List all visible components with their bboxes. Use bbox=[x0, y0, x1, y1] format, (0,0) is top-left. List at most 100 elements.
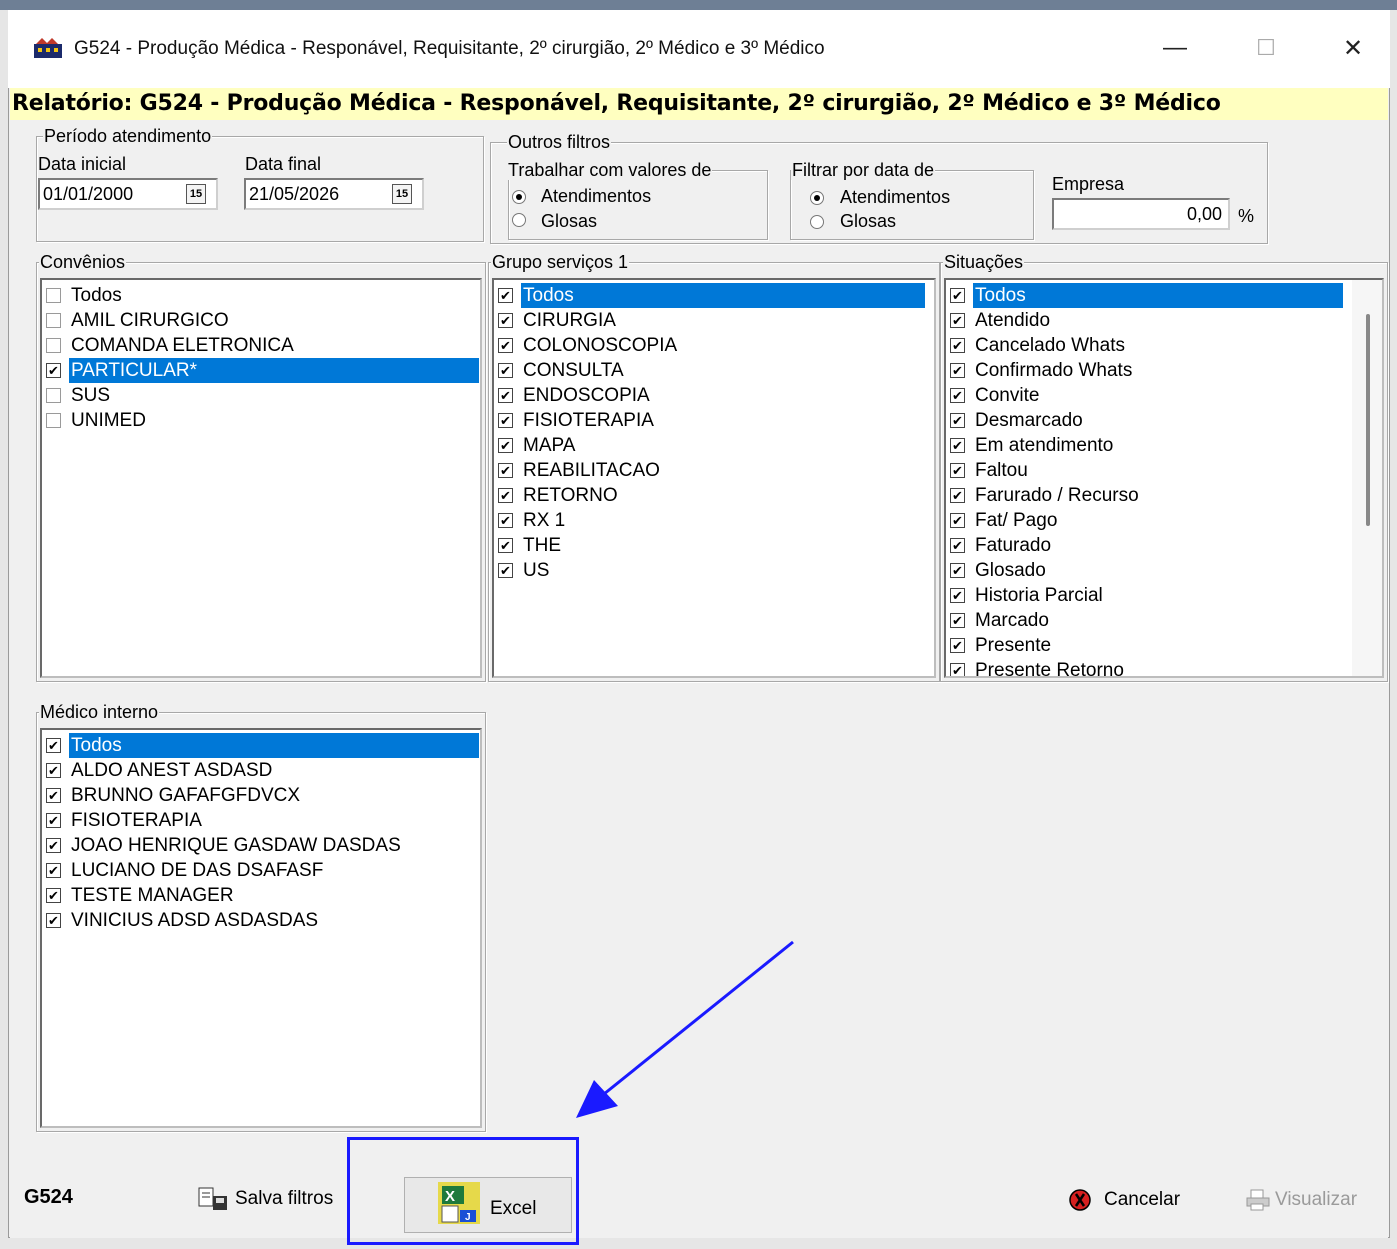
checkbox-checked[interactable]: ✔ bbox=[46, 888, 61, 903]
cancelar-button[interactable]: Cancelar bbox=[1068, 1188, 1180, 1212]
checkbox-checked[interactable]: ✔ bbox=[950, 338, 965, 353]
checkbox-checked[interactable]: ✔ bbox=[950, 438, 965, 453]
situacoes-list[interactable]: ✔ Todos ✔ Atendido ✔ Cancelado Whats ✔ Confirma… bbox=[944, 278, 1384, 678]
list-item-label: SUS bbox=[71, 385, 111, 406]
data-final-label: Data final bbox=[245, 154, 322, 174]
checkbox-checked[interactable]: ✔ bbox=[498, 288, 513, 303]
checkbox-unchecked[interactable] bbox=[46, 388, 61, 403]
list-item-label: Marcado bbox=[975, 610, 1049, 631]
save-filters-icon bbox=[198, 1187, 227, 1210]
convenios-legend: Convênios bbox=[39, 252, 127, 272]
list-item-label: Faturado bbox=[975, 535, 1052, 556]
checkbox-checked[interactable]: ✔ bbox=[950, 313, 965, 328]
salva-filtros-label: Salva filtros bbox=[235, 1188, 334, 1209]
checkbox-checked[interactable]: ✔ bbox=[46, 863, 61, 878]
list-item-label: TESTE MANAGER bbox=[71, 885, 234, 906]
radio-trabalhar-glosas[interactable] bbox=[512, 213, 526, 227]
list-item-label: FISIOTERAPIA bbox=[523, 410, 654, 431]
checkbox-checked[interactable]: ✔ bbox=[950, 363, 965, 378]
checkbox-checked[interactable]: ✔ bbox=[46, 763, 61, 778]
checkbox-checked[interactable]: ✔ bbox=[950, 638, 965, 653]
checkbox-checked[interactable]: ✔ bbox=[498, 538, 513, 553]
checkbox-checked[interactable]: ✔ bbox=[46, 788, 61, 803]
checkbox-checked[interactable]: ✔ bbox=[950, 413, 965, 428]
checkbox-checked[interactable]: ✔ bbox=[950, 513, 965, 528]
grupo-servicos-list[interactable]: ✔ Todos ✔ CIRURGIA ✔ COLONOSCOPIA ✔ CONSULTA ✔ EN… bbox=[492, 278, 936, 678]
list-item-label: PARTICULAR* bbox=[69, 358, 479, 383]
checkbox-checked[interactable]: ✔ bbox=[498, 388, 513, 403]
list-item-label: Fat/ Pago bbox=[975, 510, 1058, 531]
list-item-label: RETORNO bbox=[523, 485, 618, 506]
radio-filtrar-glosas[interactable] bbox=[810, 215, 824, 229]
data-final-field[interactable]: 21/05/2026 15 bbox=[244, 178, 424, 210]
outros-filtros-legend: Outros filtros bbox=[507, 132, 612, 152]
checkbox-checked[interactable]: ✔ bbox=[950, 463, 965, 478]
checkbox-checked[interactable]: ✔ bbox=[498, 438, 513, 453]
checkbox-checked[interactable]: ✔ bbox=[46, 838, 61, 853]
empresa-label: Empresa bbox=[1052, 174, 1125, 194]
calendar-icon[interactable]: 15 bbox=[186, 184, 206, 204]
situacoes-legend: Situações bbox=[943, 252, 1025, 272]
convenios-list[interactable]: Todos AMIL CIRURGICO COMANDA ELETRONICA ✔ PA… bbox=[40, 278, 482, 678]
checkbox-checked[interactable]: ✔ bbox=[498, 363, 513, 378]
scrollbar-thumb[interactable] bbox=[1366, 314, 1370, 526]
checkbox-checked[interactable]: ✔ bbox=[498, 463, 513, 478]
checkbox-unchecked[interactable] bbox=[46, 338, 61, 353]
trabalhar-legend: Trabalhar com valores de bbox=[507, 160, 713, 180]
list-item-label: Faltou bbox=[975, 460, 1028, 481]
calendar-icon[interactable]: 15 bbox=[392, 184, 412, 204]
empresa-value: 0,00 bbox=[1186, 204, 1222, 224]
list-item-label: US bbox=[523, 560, 550, 581]
checkbox-checked[interactable]: ✔ bbox=[46, 363, 61, 378]
close-button[interactable]: ✕ bbox=[1330, 28, 1376, 68]
checkbox-checked[interactable]: ✔ bbox=[950, 538, 965, 553]
data-inicial-field[interactable]: 01/01/2000 15 bbox=[38, 178, 218, 210]
checkbox-checked[interactable]: ✔ bbox=[46, 813, 61, 828]
radio-trabalhar-atendimentos[interactable] bbox=[512, 190, 526, 204]
filtrar-option-label: Atendimentos bbox=[840, 187, 951, 207]
visualizar-button[interactable]: Visualizar bbox=[1245, 1188, 1357, 1212]
list-item-label: Todos bbox=[69, 733, 479, 758]
checkbox-checked[interactable]: ✔ bbox=[950, 588, 965, 603]
radio-filtrar-atendimentos[interactable] bbox=[810, 191, 824, 205]
checkbox-checked[interactable]: ✔ bbox=[950, 663, 965, 676]
list-item-label: Convite bbox=[975, 385, 1040, 406]
checkbox-checked[interactable]: ✔ bbox=[950, 288, 965, 303]
list-item-label: Presente Retorno bbox=[975, 660, 1124, 678]
list-item-label: AMIL CIRURGICO bbox=[71, 310, 229, 331]
salva-filtros-button[interactable]: Salva filtros bbox=[197, 1186, 333, 1212]
maximize-button[interactable]: ☐ bbox=[1243, 28, 1289, 68]
checkbox-checked[interactable]: ✔ bbox=[950, 613, 965, 628]
checkbox-checked[interactable]: ✔ bbox=[498, 313, 513, 328]
checkbox-checked[interactable]: ✔ bbox=[498, 338, 513, 353]
checkbox-checked[interactable]: ✔ bbox=[950, 388, 965, 403]
checkbox-checked[interactable]: ✔ bbox=[498, 413, 513, 428]
checkbox-unchecked[interactable] bbox=[46, 413, 61, 428]
list-item-label: JOAO HENRIQUE GASDAW DASDAS bbox=[71, 835, 401, 856]
checkbox-checked[interactable]: ✔ bbox=[498, 563, 513, 578]
checkbox-checked[interactable]: ✔ bbox=[950, 488, 965, 503]
empresa-input[interactable]: 0,00 bbox=[1052, 198, 1230, 230]
checkbox-checked[interactable]: ✔ bbox=[498, 513, 513, 528]
minimize-button[interactable]: — bbox=[1152, 28, 1198, 68]
app-icon bbox=[34, 38, 62, 58]
trabalhar-option-label: Glosas bbox=[541, 211, 598, 231]
checkbox-checked[interactable]: ✔ bbox=[498, 488, 513, 503]
checkbox-unchecked[interactable] bbox=[46, 313, 61, 328]
checkbox-checked[interactable]: ✔ bbox=[46, 738, 61, 753]
medico-interno-legend: Médico interno bbox=[39, 702, 160, 722]
checkbox-checked[interactable]: ✔ bbox=[46, 913, 61, 928]
situacoes-scrollbar[interactable] bbox=[1352, 280, 1382, 676]
checkbox-checked[interactable]: ✔ bbox=[950, 563, 965, 578]
list-item-label: Glosado bbox=[975, 560, 1046, 581]
list-item-label: COLONOSCOPIA bbox=[523, 335, 678, 356]
list-item-label: VINICIUS ADSD ASDASDAS bbox=[71, 910, 319, 931]
list-item-label: Atendido bbox=[975, 310, 1051, 331]
window-title: G524 - Produção Médica - Responável, Req… bbox=[74, 38, 825, 59]
list-item-label: Em atendimento bbox=[975, 435, 1114, 456]
list-item-label: UNIMED bbox=[71, 410, 146, 431]
checkbox-unchecked[interactable] bbox=[46, 288, 61, 303]
list-item-label: ALDO ANEST ASDASD bbox=[71, 760, 273, 781]
data-inicial-label: Data inicial bbox=[38, 154, 127, 174]
medico-interno-list[interactable]: ✔ Todos ✔ ALDO ANEST ASDASD ✔ BRUNNO GAFAFGFD… bbox=[40, 728, 482, 1128]
